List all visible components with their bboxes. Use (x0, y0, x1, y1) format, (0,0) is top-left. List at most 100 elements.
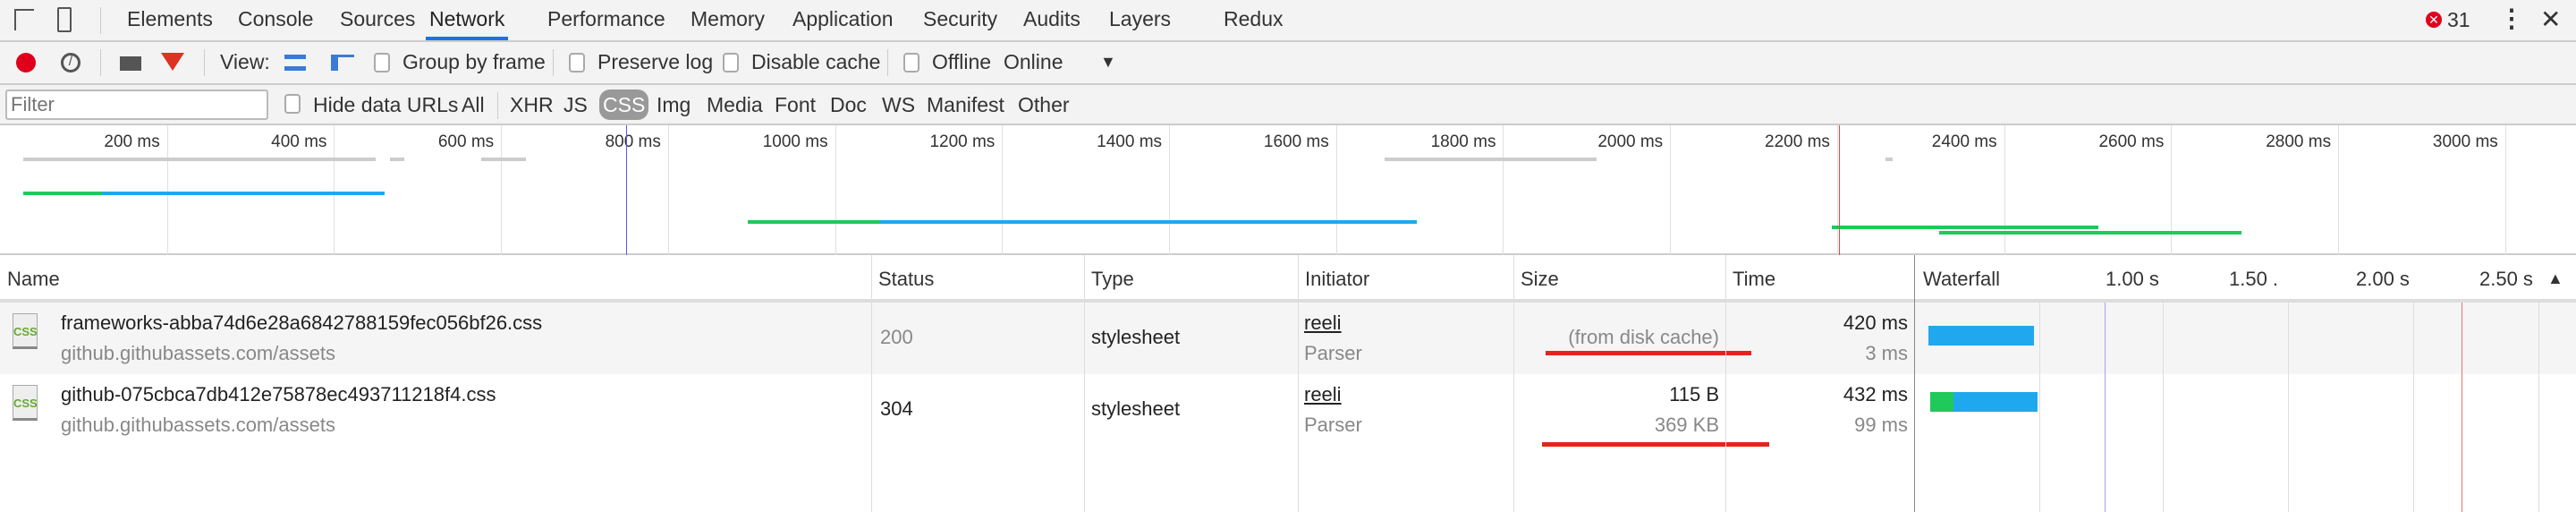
overview-grid-line (334, 125, 335, 255)
close-icon[interactable]: ✕ (2540, 0, 2561, 39)
disable-cache-checkbox[interactable] (723, 53, 739, 73)
filter-icon[interactable] (161, 53, 184, 71)
tab-audits[interactable]: Audits (1020, 0, 1084, 40)
transferred-size: 115 B (1669, 383, 1719, 405)
disable-cache-label[interactable]: Disable cache (751, 42, 880, 81)
overview-request-bar (880, 220, 1417, 224)
sort-ascending-icon[interactable]: ▲ (2540, 255, 2563, 303)
waterfall-bar-waiting[interactable] (1930, 392, 1953, 412)
network-overview-timeline[interactable]: 200 ms 400 ms 600 ms 800 ms 1000 ms 1200 ms 14… (0, 125, 2576, 255)
waterfall-tick: 2.00 s (2356, 268, 2410, 290)
column-size[interactable]: Size (1513, 255, 1559, 303)
overview-tick-label: 1400 ms (1097, 132, 1163, 151)
overview-grid-line (1169, 125, 1171, 255)
preserve-log-label[interactable]: Preserve log (597, 42, 713, 81)
column-status[interactable]: Status (871, 255, 934, 303)
overview-grid-line (835, 125, 836, 255)
tab-memory[interactable]: Memory (687, 0, 768, 40)
table-row[interactable]: CSS frameworks-abba74d6e28a6842788159fec… (0, 303, 2576, 374)
error-count[interactable]: 31 (2447, 0, 2470, 39)
tab-redux[interactable]: Redux (1220, 0, 1286, 40)
overview-tick-label: 2000 ms (1597, 132, 1664, 151)
error-icon[interactable]: ✕ (2426, 12, 2442, 28)
column-time[interactable]: Time (1725, 255, 1775, 303)
overview-grid-line (1836, 125, 1838, 255)
filter-input[interactable] (5, 90, 268, 120)
filter-type-media[interactable]: Media (707, 85, 763, 124)
preserve-log-checkbox[interactable] (569, 53, 585, 73)
initiator-link[interactable]: reeli (1304, 383, 1342, 406)
dom-content-loaded-marker (2105, 303, 2106, 512)
column-name[interactable]: Name (0, 255, 60, 303)
group-by-frame-checkbox[interactable] (374, 53, 390, 73)
filter-type-font[interactable]: Font (775, 85, 816, 124)
requests-table-header: Name Status Type Initiator Size Time Wat… (0, 255, 2576, 303)
tab-layers[interactable]: Layers (1106, 0, 1174, 40)
overview-tick-label: 2800 ms (2266, 132, 2332, 151)
filter-type-all[interactable]: All (462, 85, 485, 124)
waterfall-grid (2288, 303, 2289, 512)
overview-request-bar (23, 158, 376, 161)
device-toolbar-icon[interactable] (57, 7, 72, 32)
tab-application[interactable]: Application (789, 0, 897, 40)
filter-type-ws[interactable]: WS (882, 85, 915, 124)
initiator-link[interactable]: reeli (1304, 311, 1342, 335)
throttling-select[interactable]: Online (1004, 42, 1063, 81)
waterfall-overview-icon[interactable] (331, 55, 354, 71)
column-type[interactable]: Type (1084, 255, 1134, 303)
overview-grid-line (2338, 125, 2340, 255)
filter-type-img[interactable]: Img (657, 85, 691, 124)
request-time: 432 ms (1843, 383, 1908, 405)
group-by-frame-label[interactable]: Group by frame (402, 42, 546, 81)
request-type: stylesheet (1091, 397, 1181, 420)
divider (100, 49, 101, 76)
filter-type-doc[interactable]: Doc (830, 85, 867, 124)
screenshot-camera-icon[interactable] (120, 56, 141, 71)
more-options-icon[interactable]: ⋮ (2499, 0, 2524, 38)
large-rows-icon[interactable] (284, 55, 306, 71)
column-divider (1513, 255, 1514, 512)
request-type: stylesheet (1091, 326, 1181, 348)
css-file-icon: CSS (13, 313, 38, 349)
waterfall-bar-download[interactable] (1928, 326, 2034, 346)
overview-request-bar (1885, 158, 1893, 161)
request-time: 420 ms (1843, 311, 1908, 334)
overview-request-bar (390, 158, 404, 161)
clear-icon[interactable]: / (61, 53, 80, 73)
tab-console[interactable]: Console (234, 0, 317, 40)
overview-tick-label: 1000 ms (762, 132, 828, 151)
hide-data-urls-checkbox[interactable] (284, 94, 301, 114)
column-waterfall[interactable]: Waterfall (1916, 255, 2000, 303)
request-size: (from disk cache) (1568, 326, 1719, 348)
tab-sources[interactable]: Sources (336, 0, 419, 40)
filter-type-js[interactable]: JS (564, 85, 588, 124)
divider (100, 7, 101, 34)
initiator-type: Parser (1304, 414, 1362, 436)
overview-tick-label: 3000 ms (2432, 132, 2498, 151)
record-button[interactable] (16, 53, 36, 73)
column-initiator[interactable]: Initiator (1298, 255, 1369, 303)
request-name[interactable]: frameworks-abba74d6e28a6842788159fec056b… (61, 311, 542, 335)
column-divider (1914, 255, 1915, 512)
offline-label[interactable]: Offline (932, 42, 991, 81)
tab-performance[interactable]: Performance (544, 0, 669, 40)
waterfall-tick: 1.50 . (2229, 268, 2279, 290)
filter-type-css[interactable]: CSS (599, 90, 649, 120)
overview-tick-label: 1600 ms (1263, 132, 1329, 151)
filter-type-other[interactable]: Other (1018, 85, 1070, 124)
dropdown-arrow-icon[interactable]: ▼ (1100, 42, 1116, 81)
tab-security[interactable]: Security (919, 0, 1001, 40)
filter-type-manifest[interactable]: Manifest (927, 85, 1004, 124)
overview-tick-label: 1200 ms (929, 132, 996, 151)
waterfall-bar-download[interactable] (1953, 392, 2038, 412)
hide-data-urls-label[interactable]: Hide data URLs (313, 85, 458, 124)
tab-network[interactable]: Network (426, 0, 509, 40)
initiator-type: Parser (1304, 342, 1362, 364)
table-row[interactable]: CSS github-075cbca7db412e75878ec49371121… (0, 374, 2576, 447)
filter-type-xhr[interactable]: XHR (510, 85, 554, 124)
tab-elements[interactable]: Elements (123, 0, 216, 40)
offline-checkbox[interactable] (903, 53, 919, 73)
inspect-element-icon[interactable] (14, 9, 34, 30)
overview-tick-label: 2200 ms (1765, 132, 1830, 151)
request-name[interactable]: github-075cbca7db412e75878ec493711218f4.… (61, 383, 496, 406)
